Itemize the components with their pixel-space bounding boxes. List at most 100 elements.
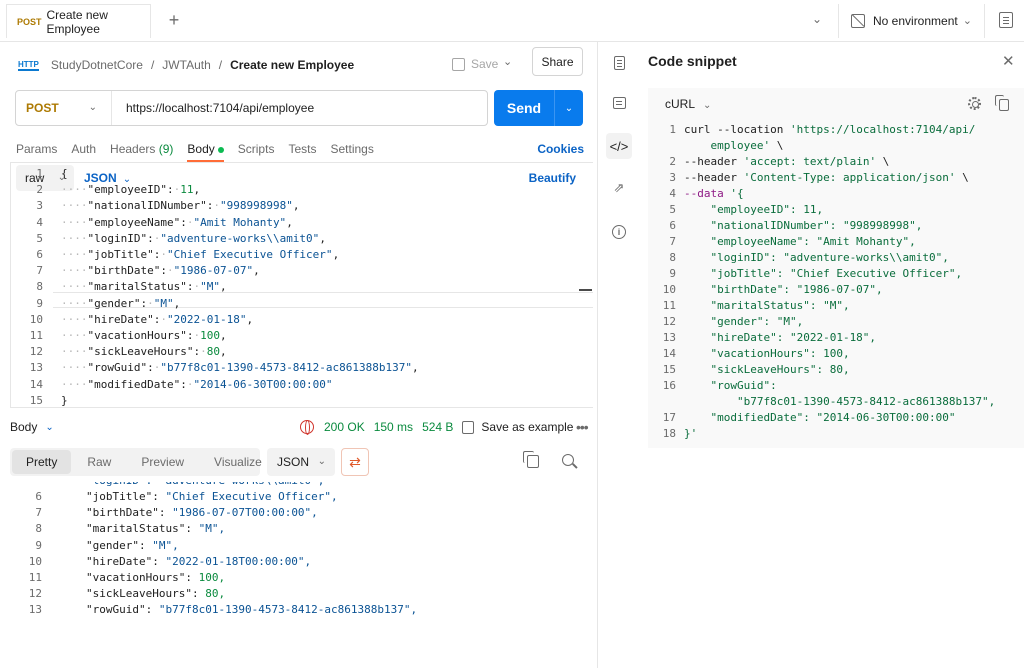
json-key: "birthDate" bbox=[87, 264, 161, 278]
line-number: 17 bbox=[662, 411, 676, 424]
more-options-icon[interactable]: ••• bbox=[576, 419, 589, 435]
documentation-icon[interactable] bbox=[606, 50, 632, 76]
close-icon[interactable]: ✕ bbox=[1002, 52, 1015, 70]
tab-body[interactable]: Body bbox=[187, 142, 224, 162]
breadcrumb-current[interactable]: Create new Employee bbox=[230, 58, 354, 72]
json-value: "M", bbox=[145, 538, 179, 552]
view-raw[interactable]: Raw bbox=[73, 450, 125, 474]
tabs-chevron-down-icon[interactable]: ⌄ bbox=[812, 12, 822, 26]
view-visualize[interactable]: Visualize bbox=[200, 450, 276, 474]
snippet-json: "hireDate": "2022-01-18", bbox=[684, 331, 877, 344]
line-number: 15 bbox=[29, 393, 43, 407]
json-value: 100, bbox=[191, 571, 226, 584]
tab-bar: POST Create new Employee + ⌄ No environm… bbox=[0, 0, 1024, 42]
send-options-chevron-icon[interactable]: ⌄ bbox=[555, 103, 583, 114]
code-line: "jobTitle": "Chief Executive Officer", bbox=[86, 489, 338, 505]
save-as-example-button[interactable]: Save as example bbox=[481, 420, 573, 434]
network-globe-icon[interactable] bbox=[300, 420, 314, 435]
url-input[interactable]: https://localhost:7104/api/employee bbox=[112, 101, 314, 115]
gear-icon[interactable] bbox=[968, 97, 981, 110]
comments-icon[interactable] bbox=[606, 90, 632, 116]
copy-snippet-icon[interactable] bbox=[995, 95, 1009, 111]
response-format-chevron-icon: ⌄ bbox=[317, 456, 326, 467]
body-indicator-dot bbox=[217, 146, 224, 153]
breadcrumb-folder[interactable]: JWTAuth bbox=[162, 58, 210, 72]
json-comma: , bbox=[286, 215, 293, 229]
line-number: 9 bbox=[669, 267, 676, 280]
response-size[interactable]: 524 B bbox=[422, 420, 453, 434]
headers-count: (9) bbox=[158, 142, 174, 156]
info-icon[interactable]: i bbox=[606, 219, 632, 245]
right-rail: </> ⇗ i bbox=[598, 42, 640, 668]
tab-tests[interactable]: Tests bbox=[288, 142, 316, 156]
snippet-json: "gender": "M", bbox=[684, 315, 804, 328]
code-line: "birthDate": "1986-07-07T00:00:00", bbox=[86, 505, 318, 521]
snippet-language-select[interactable]: cURL ⌄ bbox=[665, 97, 711, 111]
tab-auth[interactable]: Auth bbox=[71, 142, 96, 156]
indent-whitespace: ···· bbox=[61, 231, 88, 245]
code-line: "b77f8c01-1390-4573-8412-ac861388b137", bbox=[684, 394, 995, 410]
line-number: 5 bbox=[669, 203, 676, 216]
method-select[interactable]: POST ⌄ bbox=[16, 91, 112, 125]
code-snippet-panel: cURL ⌄ 1 curl --location 'https://localhos… bbox=[648, 88, 1024, 448]
search-icon[interactable] bbox=[562, 454, 574, 466]
line-number: 12 bbox=[662, 315, 676, 328]
response-body-chevron-icon[interactable]: ⌄ bbox=[45, 422, 53, 433]
save-options-chevron-icon[interactable]: ⌄ bbox=[503, 55, 512, 68]
wrap-lines-icon[interactable]: ⇄ bbox=[341, 448, 369, 476]
line-number: 6 bbox=[36, 248, 43, 261]
save-example-icon bbox=[462, 420, 475, 434]
json-key: "modifiedDate" bbox=[87, 377, 181, 391]
code-line: ····"vacationHours":·100, bbox=[61, 328, 227, 344]
code-line: "gender": "M", bbox=[684, 314, 803, 330]
view-preview[interactable]: Preview bbox=[127, 450, 198, 474]
json-key: "gender" bbox=[87, 296, 141, 310]
response-time[interactable]: 150 ms bbox=[374, 420, 413, 434]
json-colon: : bbox=[147, 231, 154, 245]
space-dot: · bbox=[160, 312, 167, 326]
tab-params[interactable]: Params bbox=[16, 142, 57, 156]
breadcrumb-separator: / bbox=[150, 58, 155, 72]
line-number: 8 bbox=[35, 522, 42, 536]
send-button[interactable]: Send ⌄ bbox=[494, 90, 583, 126]
line-number: 13 bbox=[662, 331, 676, 344]
save-button[interactable]: Save bbox=[452, 52, 498, 76]
related-collections-icon[interactable]: ⇗ bbox=[606, 175, 632, 201]
share-button[interactable]: Share bbox=[532, 47, 583, 76]
response-body-label[interactable]: Body bbox=[10, 420, 37, 434]
tab-headers[interactable]: Headers (9) bbox=[110, 142, 173, 156]
environment-quick-look-icon[interactable] bbox=[999, 12, 1013, 28]
response-body[interactable]: "loginID": "adventure-works\\amit0",6"jo… bbox=[10, 482, 593, 668]
view-pretty[interactable]: Pretty bbox=[12, 450, 72, 474]
http-request-icon: HTTP bbox=[18, 59, 39, 71]
status-badge[interactable]: 200 OK bbox=[324, 420, 365, 434]
line-continuation: \ bbox=[955, 171, 969, 184]
tab-body-label: Body bbox=[187, 142, 215, 156]
space-dot: · bbox=[213, 199, 220, 213]
code-icon[interactable]: </> bbox=[606, 133, 632, 159]
snippet-json: "jobTitle": "Chief Executive Officer", bbox=[684, 267, 963, 280]
request-body-editor[interactable]: 1{2 ····"employeeID":·11, 3 ····"nationalID… bbox=[10, 162, 593, 408]
new-tab-plus-icon[interactable]: + bbox=[164, 9, 184, 31]
line-number: 13 bbox=[29, 361, 43, 375]
indent-whitespace: ···· bbox=[61, 312, 88, 326]
json-key: "jobTitle": bbox=[86, 490, 159, 503]
json-value: "M", bbox=[191, 522, 226, 536]
cookies-link[interactable]: Cookies bbox=[537, 142, 584, 156]
snippet-title: Code snippet bbox=[648, 53, 737, 69]
snippet-json: "modifiedDate": "2014-06-30T00:00:00" bbox=[684, 411, 956, 424]
response-format-select[interactable]: JSON ⌄ bbox=[267, 448, 335, 476]
copy-icon[interactable] bbox=[523, 451, 539, 468]
response-format-value: JSON bbox=[277, 455, 310, 469]
json-value: "M" bbox=[200, 280, 220, 294]
line-number: 2 bbox=[669, 155, 676, 168]
tab-scripts[interactable]: Scripts bbox=[238, 142, 275, 156]
code-line: "maritalStatus": "M", bbox=[684, 298, 849, 314]
json-value: "Chief Executive Officer" bbox=[166, 248, 333, 261]
send-label: Send bbox=[506, 100, 542, 116]
environment-selector[interactable]: No environment ⌄ bbox=[838, 4, 985, 38]
request-tab[interactable]: POST Create new Employee bbox=[6, 4, 151, 38]
snippet-language-value: cURL bbox=[665, 97, 696, 111]
breadcrumb-collection[interactable]: StudyDotnetCore bbox=[51, 58, 143, 72]
tab-settings[interactable]: Settings bbox=[330, 142, 373, 156]
